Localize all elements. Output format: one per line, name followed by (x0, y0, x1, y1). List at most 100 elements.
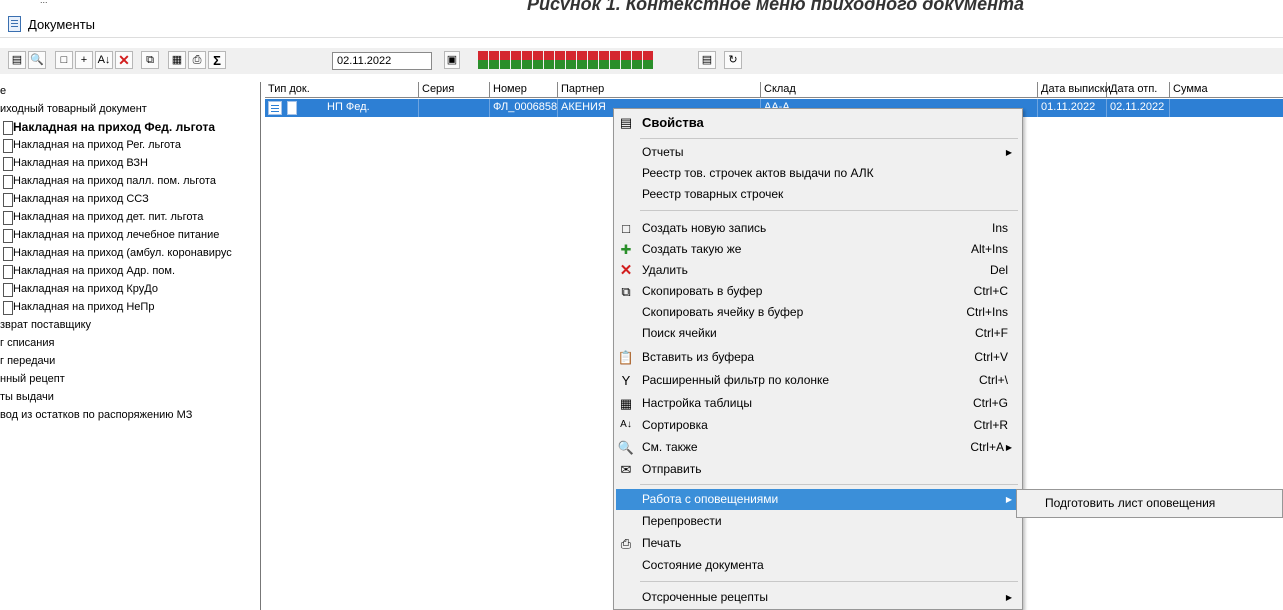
tree-item-subtype[interactable]: Накладная на приход КруДо (0, 280, 260, 298)
print-icon[interactable]: ⎙ (188, 51, 206, 69)
tree-item-group[interactable]: зврат поставщику (0, 316, 260, 334)
tree-item-subtype[interactable]: Накладная на приход дет. пит. льгота (0, 208, 260, 226)
copy-record-icon[interactable]: + (75, 51, 93, 69)
figure-caption: ... Рисунок 1. Контекстное меню приходно… (0, 0, 1283, 10)
status-filter-icon[interactable] (610, 51, 620, 69)
sort-icon[interactable]: A↓ (95, 51, 113, 69)
menu-item-filter[interactable]: Y Расширенный фильтр по колонке Ctrl+\ (616, 370, 1020, 391)
tree-item-group[interactable]: г передачи (0, 352, 260, 370)
column-header-ship-date[interactable]: Дата отп. (1107, 82, 1170, 98)
new-record-icon[interactable]: □ (55, 51, 73, 69)
column-header-issue-date[interactable]: Дата выписки (1038, 82, 1111, 98)
calendar-icon[interactable]: ▣ (444, 51, 460, 69)
status-filter-icons[interactable] (478, 51, 653, 69)
menu-item-delete[interactable]: ✕ Удалить Del (616, 260, 1020, 281)
page-icon (287, 101, 297, 115)
status-filter-icon[interactable] (533, 51, 543, 69)
status-filter-icon[interactable] (621, 51, 631, 69)
column-header-number[interactable]: Номер (490, 82, 558, 98)
menu-item-register-lines[interactable]: Реестр товарных строчек (616, 184, 1020, 205)
status-filter-icon[interactable] (632, 51, 642, 69)
column-header-type[interactable]: Тип док. (265, 82, 419, 98)
calendar-range-icon[interactable]: ▤ (698, 51, 716, 69)
tree-item-subtype[interactable]: Накладная на приход ВЗН (0, 154, 260, 172)
menu-item-deferred[interactable]: Отсроченные рецепты ▶ (616, 587, 1020, 608)
column-header-sum[interactable]: Сумма (1170, 82, 1283, 98)
sort-icon: A↓ (620, 419, 632, 430)
status-filter-icon[interactable] (478, 51, 488, 69)
column-header-partner[interactable]: Партнер (558, 82, 761, 98)
tree-item-group[interactable]: г списания (0, 334, 260, 352)
menu-item-create-new[interactable]: □ Создать новую запись Ins (616, 218, 1020, 239)
submenu-arrow-icon: ▶ (1005, 593, 1012, 602)
status-filter-icon[interactable] (588, 51, 598, 69)
menu-item-see-also[interactable]: 🔍 См. также Ctrl+A ▶ (616, 437, 1020, 458)
copy-icon[interactable]: ⧉ (141, 51, 159, 69)
menu-item-reports[interactable]: Отчеты ▶ (616, 142, 1020, 163)
document-type-tree: е иходный товарный документ Накладная на п… (0, 82, 261, 610)
refresh-icon[interactable]: ↻ (724, 51, 742, 69)
document-icon (268, 101, 282, 115)
menu-item-repost[interactable]: Перепровести (616, 511, 1020, 532)
status-filter-icon[interactable] (522, 51, 532, 69)
tree-item-group[interactable]: вод из остатков по распоряжению МЗ (0, 406, 260, 424)
tree-item-subtype[interactable]: Накладная на приход палл. пом. льгота (0, 172, 260, 190)
menu-separator (640, 138, 1018, 139)
tree-item-subtype[interactable]: Накладная на приход (амбул. коронавирус (0, 244, 260, 262)
menu-item-sort[interactable]: A↓ Сортировка Ctrl+R (616, 415, 1020, 436)
window-titlebar: Документы (0, 10, 1283, 38)
document-icon (8, 16, 21, 32)
sum-button[interactable]: Σ (208, 51, 226, 69)
tree-item-group[interactable]: нный рецепт (0, 370, 260, 388)
menu-item-send[interactable]: ✉ Отправить (616, 459, 1020, 480)
cell-ship-date: 02.11.2022 (1107, 99, 1170, 117)
menu-item-create-same[interactable]: ✚ Создать такую же Alt+Ins (616, 239, 1020, 260)
preview-icon[interactable]: 🔍 (28, 51, 46, 69)
properties-icon[interactable]: ▤ (8, 51, 26, 69)
status-filter-icon[interactable] (489, 51, 499, 69)
menu-item-copy[interactable]: ⧉ Скопировать в буфер Ctrl+C (616, 281, 1020, 302)
date-input[interactable]: 02.11.2022 (332, 52, 432, 70)
cell-type: НП Фед. (265, 99, 419, 117)
column-header-series[interactable]: Серия (419, 82, 490, 98)
menu-separator (640, 581, 1018, 582)
cell-sum (1170, 99, 1283, 117)
column-header-warehouse[interactable]: Склад (761, 82, 1038, 98)
menu-item-table-settings[interactable]: ▦ Настройка таблицы Ctrl+G (616, 393, 1020, 414)
menu-item-find-cell[interactable]: Поиск ячейки Ctrl+F (616, 323, 1020, 344)
delete-icon[interactable]: ✕ (115, 51, 133, 69)
status-filter-icon[interactable] (511, 51, 521, 69)
status-filter-icon[interactable] (566, 51, 576, 69)
menu-item-paste[interactable]: 📋 Вставить из буфера Ctrl+V (616, 347, 1020, 368)
menu-item-notifications[interactable]: Работа с оповещениями ▶ (616, 489, 1020, 510)
copy-icon: ⧉ (621, 283, 631, 299)
status-filter-icon[interactable] (599, 51, 609, 69)
table-settings-icon[interactable]: ▦ (168, 51, 186, 69)
status-filter-icon[interactable] (500, 51, 510, 69)
tree-item-group[interactable]: иходный товарный документ (0, 100, 260, 118)
tree-item-subtype[interactable]: Накладная на приход Фед. льгота (0, 118, 260, 136)
menu-separator (640, 484, 1018, 485)
menu-item-prepare-notice[interactable]: Подготовить лист оповещения (1045, 496, 1215, 510)
status-filter-icon[interactable] (643, 51, 653, 69)
status-filter-icon[interactable] (544, 51, 554, 69)
tree-item-subtype[interactable]: Накладная на приход лечебное питание (0, 226, 260, 244)
menu-item-register-alk[interactable]: Реестр тов. строчек актов выдачи по АЛК (616, 163, 1020, 184)
caption-small-text: ... (40, 0, 48, 5)
status-filter-icon[interactable] (555, 51, 565, 69)
menu-item-copy-cell[interactable]: Скопировать ячейку в буфер Ctrl+Ins (616, 302, 1020, 323)
menu-item-doc-state[interactable]: Состояние документа (616, 555, 1020, 576)
tree-item-subtype[interactable]: Накладная на приход НеПр (0, 298, 260, 316)
tree-item-subtype[interactable]: Накладная на приход ССЗ (0, 190, 260, 208)
tree-item-subtype[interactable]: Накладная на приход Рег. льгота (0, 136, 260, 154)
menu-item-properties[interactable]: ▤ Свойства (616, 112, 1020, 133)
submenu-arrow-icon: ▶ (1005, 495, 1012, 504)
toolbar: ▤ 🔍 □ + A↓ ✕ ⧉ ▦ ⎙ Σ 02.11.2022 ▣ ▤ ↻ (0, 48, 1283, 74)
tree-item-group[interactable]: е (0, 82, 260, 100)
send-icon: ✉ (620, 461, 632, 477)
status-filter-icon[interactable] (577, 51, 587, 69)
tree-item-subtype[interactable]: Накладная на приход Адр. пом. (0, 262, 260, 280)
notifications-submenu: Подготовить лист оповещения (1016, 489, 1283, 518)
tree-item-group[interactable]: ты выдачи (0, 388, 260, 406)
menu-item-print[interactable]: ⎙ Печать (616, 533, 1020, 554)
